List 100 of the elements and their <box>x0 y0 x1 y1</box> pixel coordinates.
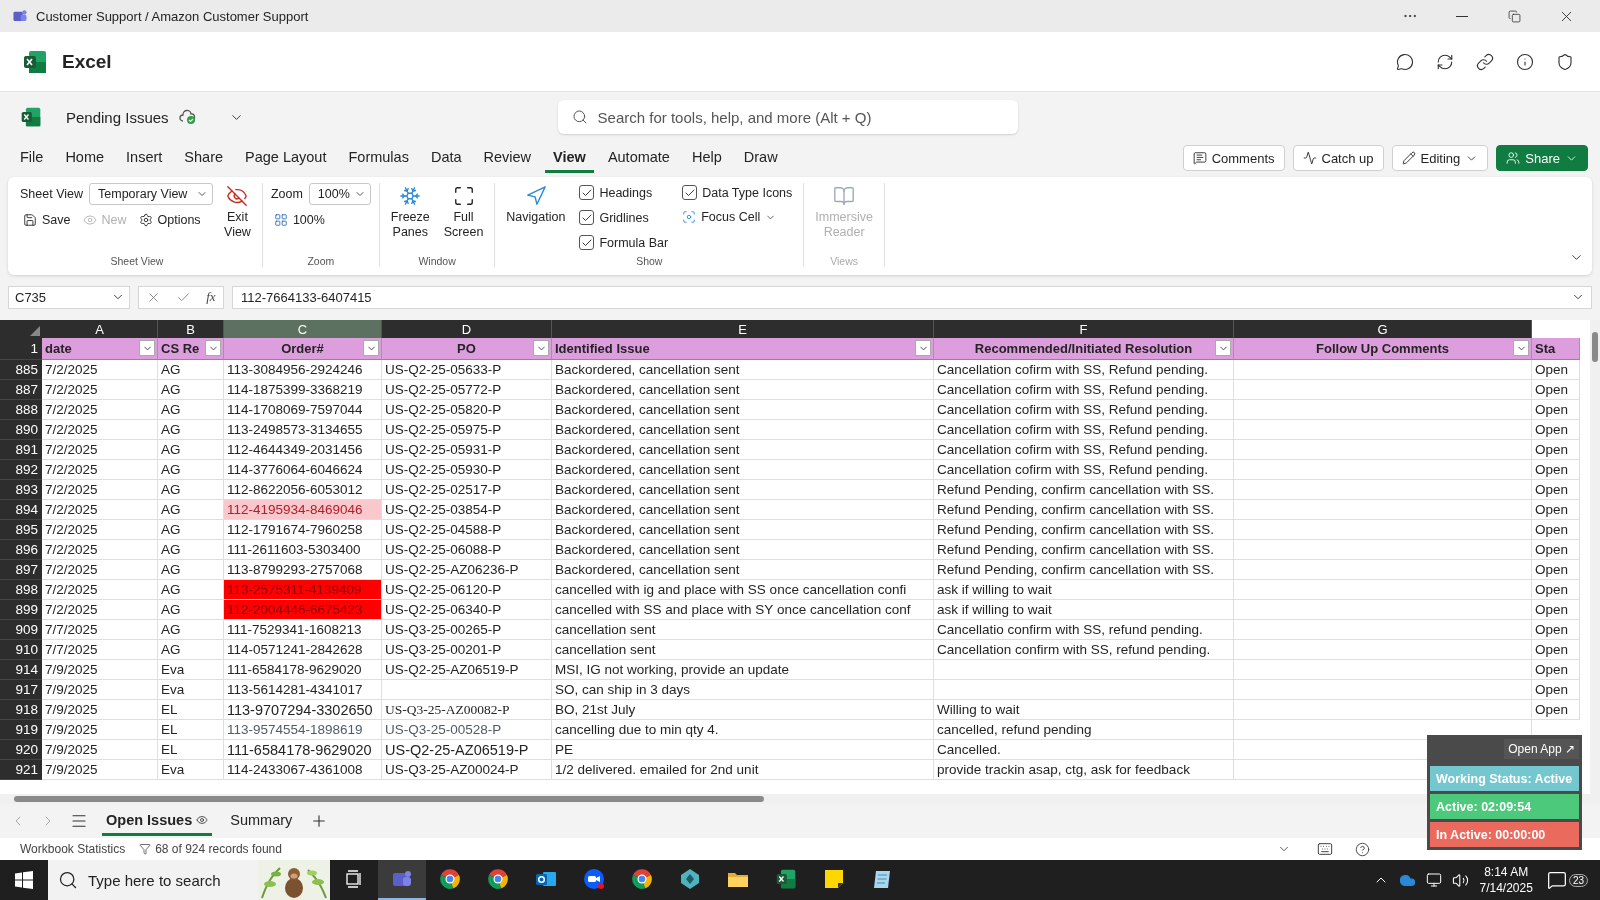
header-cell: PO <box>457 341 476 356</box>
menu-icon[interactable] <box>70 812 88 830</box>
options-button[interactable]: Options <box>135 211 204 229</box>
formula-field[interactable]: 112-7664133-6407415 <box>232 285 1592 309</box>
save-button[interactable]: Save <box>20 211 74 229</box>
table-cell: 113-8799293-2757068 <box>224 560 382 580</box>
table-cell: US-Q2-25-05633-P <box>382 360 552 380</box>
ribbon-tab[interactable]: Data <box>422 143 470 173</box>
comments-button[interactable]: Comments <box>1182 145 1285 171</box>
window-title: Customer Support / Amazon Customer Support <box>36 8 309 24</box>
full-screen-button[interactable]: Full Screen <box>440 183 487 255</box>
clock[interactable]: 8:14 AM 7/14/2025 <box>1479 864 1533 896</box>
row-number: 921 <box>0 760 42 780</box>
ribbon-tab[interactable]: Home <box>57 143 113 173</box>
ribbon-tab[interactable]: Draw <box>735 143 786 173</box>
table-cell: US-Q2-25-AZ06519-P <box>382 740 552 760</box>
column-header[interactable]: D <box>382 320 552 338</box>
table-cell: 113-5614281-4341017 <box>224 680 382 700</box>
file-name[interactable]: Pending Issues <box>66 108 169 126</box>
diamond-app-icon <box>679 868 701 890</box>
header-cell: Recommended/Initiated Resolution <box>974 341 1193 356</box>
column-header[interactable]: C <box>224 320 382 338</box>
exit-view-button[interactable]: Exit View <box>221 183 254 255</box>
vertical-scrollbar[interactable] <box>1592 332 1598 362</box>
table-cell: Refund Pending, confirm cancellation with SS. <box>934 500 1234 520</box>
ribbon-tab[interactable]: Review <box>475 143 540 173</box>
table-cell: Backordered, cancellation sent <box>552 440 934 460</box>
ribbon-tab[interactable]: Share <box>176 143 232 173</box>
ribbon-tab[interactable]: Automate <box>599 143 678 173</box>
table-cell: AG <box>158 580 224 600</box>
focus-cell-button[interactable]: Focus Cell <box>679 208 796 226</box>
table-cell: AG <box>158 540 224 560</box>
ribbon-tab[interactable]: Formulas <box>340 143 417 173</box>
browser-icon <box>487 868 509 890</box>
select-all-icon[interactable] <box>30 326 40 336</box>
table-cell: cancelled with ig and place with SS once cancellation confi <box>552 580 934 600</box>
search-field[interactable]: Search for tools, help, and more (Alt + Q) <box>557 100 1018 134</box>
checkbox[interactable]: Gridlines <box>576 208 672 227</box>
table-cell: US-Q2-25-02517-P <box>382 480 552 500</box>
freeze-panes-button[interactable]: Freeze Panes <box>387 183 433 255</box>
ribbon-tab[interactable]: Page Layout <box>237 143 335 173</box>
table-cell: Eva <box>158 660 224 680</box>
table-cell: US-Q2-25-06340-P <box>382 600 552 620</box>
table-cell: Cancellation cofirm with SS, Refund pending. <box>934 440 1234 460</box>
search-icon <box>58 870 78 890</box>
column-header[interactable]: A <box>42 320 158 338</box>
group-label: Sheet View <box>109 255 165 267</box>
open-app-button[interactable]: Open App ↗ <box>1504 739 1579 759</box>
volume-icon[interactable] <box>1452 871 1470 889</box>
column-header[interactable]: E <box>552 320 934 338</box>
navigation-button[interactable]: Navigation <box>503 183 569 255</box>
ribbon-tab[interactable]: Insert <box>118 143 171 173</box>
keyboard-icon[interactable] <box>1317 841 1333 857</box>
checkbox[interactable]: Formula Bar <box>576 233 672 252</box>
table-cell: AG <box>158 560 224 580</box>
name-box[interactable]: C735 <box>8 285 130 309</box>
workbook-statistics-button[interactable]: Workbook Statistics <box>20 842 126 856</box>
help-icon[interactable] <box>1355 841 1370 857</box>
zoom-reset-button[interactable]: 100% <box>270 211 371 229</box>
table-cell: 7/2/2025 <box>42 360 158 380</box>
table-cell: US-Q2-25-06120-P <box>382 580 552 600</box>
function-button[interactable]: fx <box>206 289 216 305</box>
row-number: 890 <box>0 420 42 440</box>
checkbox[interactable]: Data Type Icons <box>679 183 796 202</box>
ribbon-tab[interactable]: Help <box>683 143 730 173</box>
catch-up-button[interactable]: Catch up <box>1292 145 1384 171</box>
table-cell: 112-2004446-6675423 <box>224 600 382 620</box>
minimize-icon <box>1456 15 1468 17</box>
table-cell: AG <box>158 520 224 540</box>
chat-app-icon <box>12 8 28 24</box>
app-name: Excel <box>62 50 112 73</box>
filter-status[interactable]: 68 of 924 records found <box>139 842 282 856</box>
sheet-tab[interactable]: Summary <box>226 806 297 836</box>
checkbox[interactable]: Headings <box>576 183 672 202</box>
column-header[interactable]: G <box>1234 320 1532 338</box>
notification-button[interactable]: 23 <box>1542 862 1592 898</box>
taskbar-search-field[interactable]: Type here to search <box>48 860 330 900</box>
table-cell: Open <box>1532 660 1580 680</box>
cloud-saved-icon <box>178 109 197 125</box>
sticky-note-icon <box>823 868 845 890</box>
restore-icon <box>1507 9 1521 23</box>
network-icon[interactable] <box>1426 872 1443 888</box>
table-cell: 7/2/2025 <box>42 460 158 480</box>
ribbon-tab[interactable]: File <box>12 143 52 173</box>
table-cell: Eva <box>158 680 224 700</box>
horizontal-scrollbar[interactable] <box>14 796 764 802</box>
editing-button[interactable]: Editing <box>1391 145 1489 171</box>
column-header[interactable]: F <box>934 320 1234 338</box>
table-cell: 114-1875399-3368219 <box>224 380 382 400</box>
share-button[interactable]: Share <box>1496 145 1588 171</box>
header-cell: CS Re <box>161 341 200 356</box>
row-number: 888 <box>0 400 42 420</box>
table-cell: AG <box>158 360 224 380</box>
ribbon-tab[interactable]: View <box>545 143 594 173</box>
zoom-dropdown[interactable]: 100% <box>308 183 371 205</box>
table-cell: US-Q2-25-05772-P <box>382 380 552 400</box>
column-header[interactable]: B <box>158 320 224 338</box>
sheet-view-dropdown[interactable]: Temporary View <box>89 183 213 205</box>
group-label: Views <box>829 255 860 267</box>
table-cell: AG <box>158 440 224 460</box>
